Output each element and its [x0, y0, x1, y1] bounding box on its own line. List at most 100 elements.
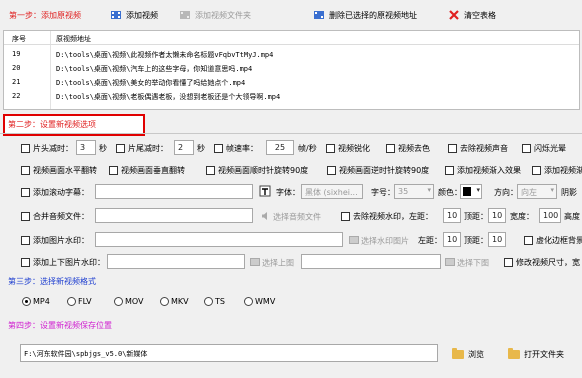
choose-top-button[interactable]: 选择上图	[250, 257, 294, 269]
step1-label: 第一步：添加原视频	[9, 11, 81, 20]
image-watermark-checkbox[interactable]: 添加图片水印：	[21, 235, 89, 246]
header-path: 原视频地址	[56, 35, 91, 43]
size-select[interactable]: 35 ▾	[394, 184, 434, 199]
format-radio-mkv[interactable]: MKV	[160, 297, 189, 306]
format-radio-flv[interactable]: FLV	[67, 297, 92, 306]
choose-bottom-button[interactable]: 选择下图	[445, 257, 489, 269]
left-label: 左距：	[418, 236, 442, 245]
row-path: D:\tools\桌面\视频\汽车上的这些字母，你知道意思吗.mp4	[56, 65, 253, 73]
image-icon	[445, 257, 455, 269]
row-index: 21	[12, 78, 21, 86]
hflip-checkbox[interactable]: 视频画面水平翻转	[21, 165, 97, 176]
row-index: 22	[12, 92, 21, 100]
vflip-checkbox[interactable]: 视频画面垂直翻转	[109, 165, 185, 176]
browse-button[interactable]: 浏览	[452, 348, 484, 360]
flash-checkbox[interactable]: 闪烁光晕	[522, 143, 566, 154]
row-path: D:\tools\桌面\视频\美女的举动你看懂了吗给她点个.mp4	[56, 79, 246, 87]
format-radio-mov[interactable]: MOV	[114, 297, 144, 306]
watermark-left-input[interactable]: 10	[443, 232, 461, 247]
text-format-icon	[259, 185, 271, 199]
font-select[interactable]: 黑体 (sixhei...	[301, 184, 363, 199]
rotate-cw-checkbox[interactable]: 视频画面顺时针旋转90度	[206, 165, 308, 176]
row-path: D:\tools\桌面\视频\此视频作者太懒未命名标题vFqbvTtMyJ.mp…	[56, 51, 274, 59]
fade-out-checkbox[interactable]: 添加视频渐	[532, 165, 582, 176]
delete-selected-label: 删除已选择的原视频地址	[329, 10, 417, 20]
table-row[interactable]: 22 D:\tools\桌面\视频\老板偶遇老板，没想到老板还是个大领导啊.mp…	[4, 89, 579, 102]
remove-width-input[interactable]: 100	[539, 208, 561, 223]
format-radio-mp4[interactable]: MP4	[22, 297, 50, 306]
head-cut-input[interactable]: 3	[76, 140, 96, 155]
delete-selected-button[interactable]: 删除已选择的原视频地址	[313, 9, 417, 21]
step4-label: 第四步：设置新视频保存位置	[8, 321, 112, 330]
speaker-icon	[261, 211, 271, 223]
bottom-image-input[interactable]	[301, 254, 441, 269]
top-label: 顶距：	[464, 212, 488, 221]
format-radio-ts[interactable]: TS	[204, 297, 225, 306]
add-video-label: 添加视频	[126, 10, 158, 20]
save-path-input[interactable]: F:\河东软件园\spbjgs_v5.0\新媒体	[20, 344, 438, 362]
chevron-down-icon: ▾	[427, 186, 431, 194]
scroll-subtitle-input[interactable]	[95, 184, 253, 199]
remove-top-input[interactable]: 10	[488, 208, 506, 223]
open-folder-button[interactable]: 打开文件夹	[508, 348, 564, 360]
fps-unit-label: 帧/秒	[298, 144, 317, 153]
resize-checkbox[interactable]: 修改视频尺寸，宽	[504, 257, 580, 268]
tail-cut-checkbox[interactable]: 片尾减时：	[116, 143, 168, 154]
fps-input[interactable]: 25	[266, 140, 294, 155]
merge-audio-input[interactable]	[95, 208, 253, 223]
height-label: 高度	[564, 212, 580, 221]
clear-table-button[interactable]: 清空表格	[448, 9, 496, 21]
head-cut-checkbox[interactable]: 片头减时：	[21, 143, 73, 154]
remove-audio-checkbox[interactable]: 去除视频声音	[448, 143, 508, 154]
video-table[interactable]: 序号 原视频地址 19 D:\tools\桌面\视频\此视频作者太懒未命名标题v…	[3, 30, 580, 110]
row-index: 20	[12, 64, 21, 72]
chevron-down-icon: ▾	[550, 186, 554, 194]
sec-label: 秒	[197, 144, 205, 153]
clear-table-label: 清空表格	[464, 10, 496, 20]
watermark-top-input[interactable]: 10	[488, 232, 506, 247]
tail-cut-input[interactable]: 2	[174, 140, 194, 155]
image-watermark-input[interactable]	[95, 232, 343, 247]
image-icon	[250, 257, 260, 269]
font-label: 字体：	[276, 188, 300, 197]
color-picker[interactable]: ▾	[460, 184, 482, 199]
choose-watermark-button[interactable]: 选择水印图片	[349, 235, 409, 247]
film-folder-icon	[179, 9, 191, 21]
sec-label: 秒	[99, 144, 107, 153]
add-folder-button[interactable]: 添加视频文件夹	[179, 9, 251, 21]
size-label: 字号：	[371, 188, 395, 197]
merge-audio-checkbox[interactable]: 合并音频文件：	[21, 211, 89, 222]
close-icon	[448, 9, 460, 21]
table-row[interactable]: 21 D:\tools\桌面\视频\美女的举动你看懂了吗给她点个.mp4	[4, 75, 579, 88]
fade-in-checkbox[interactable]: 添加视频渐入效果	[445, 165, 521, 176]
format-radio-wmv[interactable]: WMV	[244, 297, 275, 306]
sharpen-checkbox[interactable]: 视频锐化	[326, 143, 370, 154]
choose-audio-button[interactable]: 选择音频文件	[261, 211, 321, 223]
folder-icon	[452, 348, 464, 359]
top-bottom-watermark-checkbox[interactable]: 添加上下图片水印：	[21, 257, 105, 268]
fps-checkbox[interactable]: 帧速率：	[214, 143, 258, 154]
add-folder-label: 添加视频文件夹	[195, 10, 251, 20]
color-label: 颜色：	[438, 188, 462, 197]
width-label: 宽度：	[510, 212, 534, 221]
film-delete-icon	[313, 9, 325, 21]
divider	[0, 133, 582, 134]
direction-select[interactable]: 向左 ▾	[517, 184, 557, 199]
decolor-checkbox[interactable]: 视频去色	[386, 143, 430, 154]
folder-open-icon	[508, 348, 520, 359]
rotate-ccw-checkbox[interactable]: 视频画面逆时针旋转90度	[327, 165, 429, 176]
scroll-subtitle-checkbox[interactable]: 添加滚动字幕：	[21, 187, 89, 198]
top-image-input[interactable]	[107, 254, 245, 269]
direction-label: 方向：	[494, 188, 518, 197]
row-path: D:\tools\桌面\视频\老板偶遇老板，没想到老板还是个大领导啊.mp4	[56, 93, 281, 101]
step3-label: 第三步：选择新视频格式	[8, 277, 96, 286]
film-add-icon	[110, 9, 122, 21]
blur-border-checkbox[interactable]: 虚化边框背景	[524, 235, 582, 246]
remove-watermark-checkbox[interactable]: 去除视频水印，左距：	[341, 211, 433, 222]
shadow-label: 阴影	[561, 188, 577, 197]
add-video-button[interactable]: 添加视频	[110, 9, 158, 21]
header-index: 序号	[12, 35, 26, 43]
table-row[interactable]: 20 D:\tools\桌面\视频\汽车上的这些字母，你知道意思吗.mp4	[4, 61, 579, 74]
table-row[interactable]: 19 D:\tools\桌面\视频\此视频作者太懒未命名标题vFqbvTtMyJ…	[4, 47, 579, 60]
remove-left-input[interactable]: 10	[443, 208, 461, 223]
